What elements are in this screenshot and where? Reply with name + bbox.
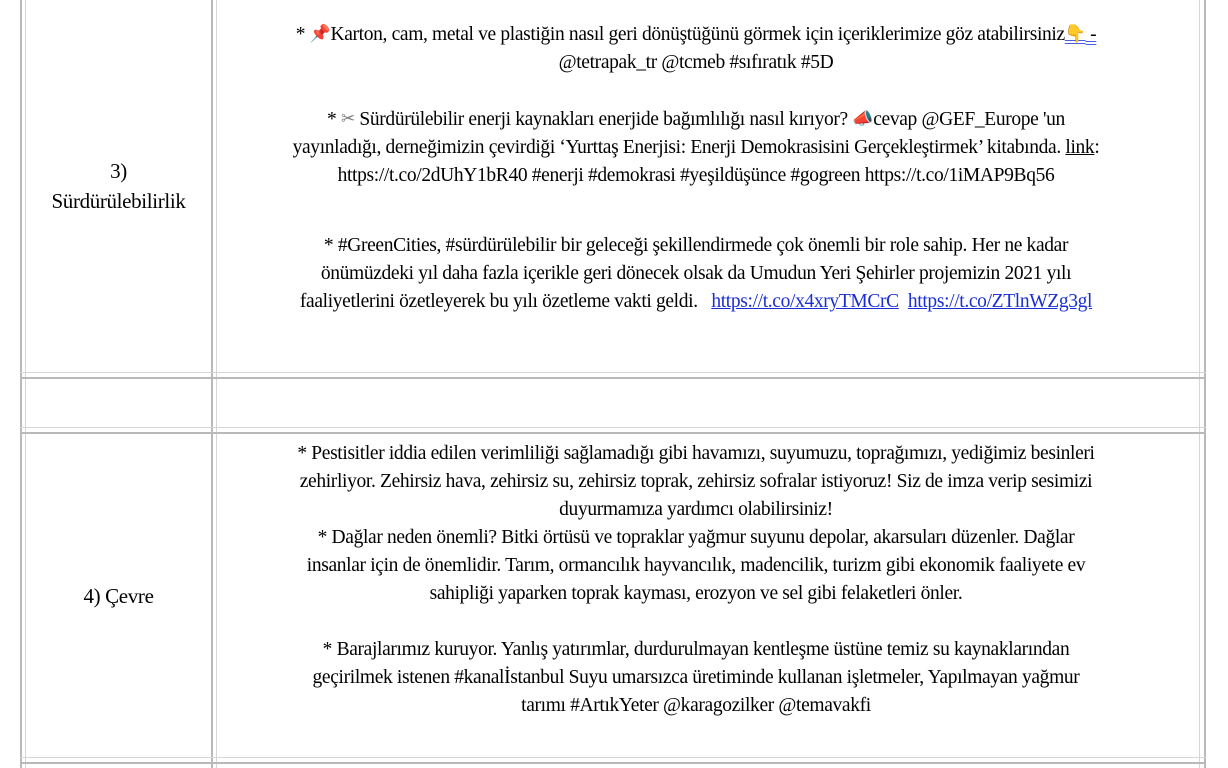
dash-text: -	[1085, 24, 1097, 45]
bullet-marker: *	[295, 24, 310, 45]
paragraph-text: * Barajlarımız kuruyor. Yanlış yatırımla…	[322, 639, 1070, 660]
row-content-cevre: * Pestisitler iddia edilen verimliliği s…	[216, 440, 1176, 720]
paragraph-text: faaliyetlerini özetleyerek bu yılı özetl…	[299, 291, 712, 312]
paragraph-text: Karton, cam, metal ve plastiğin nasıl ge…	[330, 24, 1065, 45]
paragraph-text: * Dağlar neden önemli? Bitki örtüsü ve t…	[317, 527, 1075, 548]
paragraph-text: * #GreenCities, #sürdürülebilir bir gele…	[323, 235, 1069, 256]
paragraph-text: Sürdürülebilir enerji kaynakları enerjid…	[354, 109, 853, 130]
paragraph-text: https://t.co/2dUhY1bR40 #enerji #demokra…	[337, 165, 1055, 186]
paragraph-recycling: * 📌Karton, cam, metal ve plastiğin nasıl…	[216, 20, 1176, 77]
paragraph-pesticides: * Pestisitler iddia edilen verimliliği s…	[216, 440, 1176, 524]
row-label-title: 4) Çevre	[83, 583, 154, 608]
bullet-marker: *	[327, 109, 341, 130]
row-divider-3-inner	[20, 757, 1206, 758]
paragraph-green-cities: * #GreenCities, #sürdürülebilir bir gele…	[216, 232, 1176, 316]
paragraph-energy: * ✂ Sürdürülebilir enerji kaynakları ene…	[216, 105, 1176, 190]
row-label-number: 3)	[110, 159, 127, 183]
paragraph-text: * Pestisitler iddia edilen verimliliği s…	[297, 443, 1095, 464]
paragraph-text: geçirilmek istenen #kanalİstanbul Suyu u…	[312, 667, 1080, 688]
table-border-left	[20, 0, 22, 768]
tco-link-1[interactable]: https://t.co/x4xryTMCrC	[711, 291, 899, 312]
row-divider-3	[20, 762, 1206, 764]
row-label-cevre: 4) Çevre	[26, 434, 211, 757]
pushpin-icon: 📌	[309, 24, 331, 44]
mentions-hashtags: @tetrapak_tr @tcmeb #sıfıratık #5D	[558, 52, 834, 73]
row-label-surdurulebilirlik: 3) Sürdürülebilirlik	[26, 0, 211, 372]
scissors-icon: ✂	[340, 109, 355, 129]
tco-link-2[interactable]: https://t.co/ZTlnWZg3gl	[908, 291, 1093, 312]
colon-text: :	[1094, 137, 1100, 158]
row-divider-1-inner	[20, 372, 1206, 373]
paragraph-text: zehirliyor. Zehirsiz hava, zehirsiz su, …	[299, 471, 1093, 492]
paragraph-mountains: * Dağlar neden önemli? Bitki örtüsü ve t…	[216, 524, 1176, 608]
paragraph-text: önümüzdeki yıl daha fazla içerikle geri …	[320, 263, 1072, 284]
row-content-surdurulebilirlik: * 📌Karton, cam, metal ve plastiğin nasıl…	[216, 20, 1176, 316]
paragraph-text: sahipliği yaparken toprak kayması, erozy…	[429, 583, 963, 604]
column-divider	[211, 0, 213, 768]
row-divider-2-inner	[20, 427, 1206, 428]
row-label-title: Sürdürülebilirlik	[51, 189, 186, 213]
megaphone-icon: 📣	[852, 109, 874, 129]
book-link[interactable]: link	[1065, 137, 1094, 158]
pointing-down-icon: 👇	[1064, 24, 1086, 44]
paragraph-dams: * Barajlarımız kuruyor. Yanlış yatırımla…	[216, 636, 1176, 720]
paragraph-text: yayınladığı, derneğimizin çevirdiği ‘Yur…	[292, 137, 1066, 158]
row-label-empty	[26, 379, 211, 427]
paragraph-text: duyurmamıza yardımcı olabilirsiniz!	[559, 499, 833, 520]
cell-inner-right	[1199, 0, 1200, 768]
paragraph-text: tarımı #ArtıkYeter @karagozilker @temava…	[521, 695, 871, 716]
paragraph-text: cevap @GEF_Europe 'un	[873, 109, 1065, 130]
paragraph-text: insanlar için de önemlidir. Tarım, orman…	[306, 555, 1086, 576]
table-border-right	[1204, 0, 1206, 768]
